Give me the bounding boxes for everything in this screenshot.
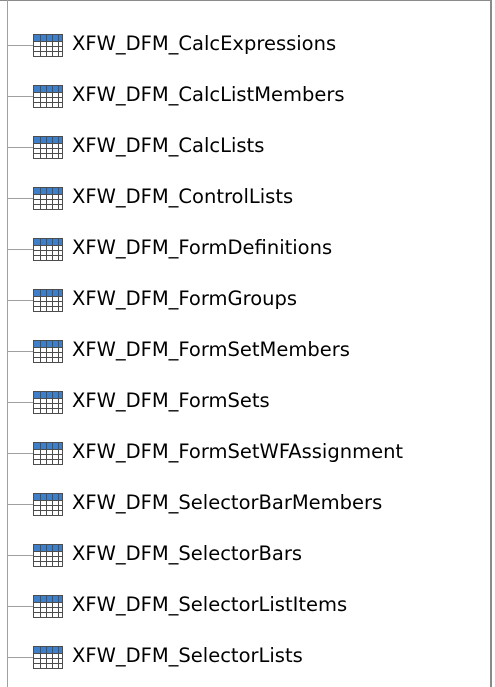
tree-connector-horizontal xyxy=(7,198,33,199)
tree-connector-horizontal xyxy=(7,96,33,97)
table-icon xyxy=(33,646,63,669)
table-icon xyxy=(33,136,63,159)
table-icon xyxy=(33,187,63,210)
table-icon xyxy=(33,34,63,57)
tree-item-label: XFW_DFM_FormSetMembers xyxy=(72,338,350,361)
table-icon xyxy=(33,544,63,567)
tree-connector-horizontal xyxy=(7,402,33,403)
tree-item-label: XFW_DFM_SelectorBarMembers xyxy=(72,491,383,514)
tree-item-label: XFW_DFM_SelectorBars xyxy=(72,542,303,565)
tree-item-label: XFW_DFM_ControlLists xyxy=(72,185,294,208)
tree-item-label: XFW_DFM_CalcLists xyxy=(72,134,265,157)
tree-connector-horizontal xyxy=(7,45,33,46)
tree-connector-horizontal xyxy=(7,453,33,454)
table-icon xyxy=(33,289,63,312)
tree-connector-horizontal xyxy=(7,147,33,148)
table-icon xyxy=(33,391,63,414)
table-icon xyxy=(33,493,63,516)
tree-connector-horizontal xyxy=(7,555,33,556)
tree-connector-horizontal xyxy=(7,606,33,607)
tree-item-label: XFW_DFM_CalcListMembers xyxy=(72,83,345,106)
table-icon xyxy=(33,85,63,108)
tree-item-label: XFW_DFM_FormSets xyxy=(72,389,270,412)
tree-connector-horizontal xyxy=(7,249,33,250)
tree-item-label: XFW_DFM_SelectorListItems xyxy=(72,593,348,616)
tree-item-label: XFW_DFM_FormGroups xyxy=(72,287,298,310)
tree-connector-horizontal xyxy=(7,657,33,658)
tree-connector-horizontal xyxy=(7,300,33,301)
tree-item-label: XFW_DFM_SelectorLists xyxy=(72,644,303,667)
table-icon xyxy=(33,442,63,465)
tree-item-label: XFW_DFM_FormSetWFAssignment xyxy=(72,440,404,463)
tree-item-label: XFW_DFM_CalcExpressions xyxy=(72,32,337,55)
table-icon xyxy=(33,340,63,363)
tree-connector-vertical xyxy=(7,0,8,687)
table-icon xyxy=(33,238,63,261)
tree-item-label: XFW_DFM_FormDefinitions xyxy=(72,236,333,259)
table-icon xyxy=(33,595,63,618)
tree-connector-horizontal xyxy=(7,351,33,352)
tree-connector-horizontal xyxy=(7,504,33,505)
